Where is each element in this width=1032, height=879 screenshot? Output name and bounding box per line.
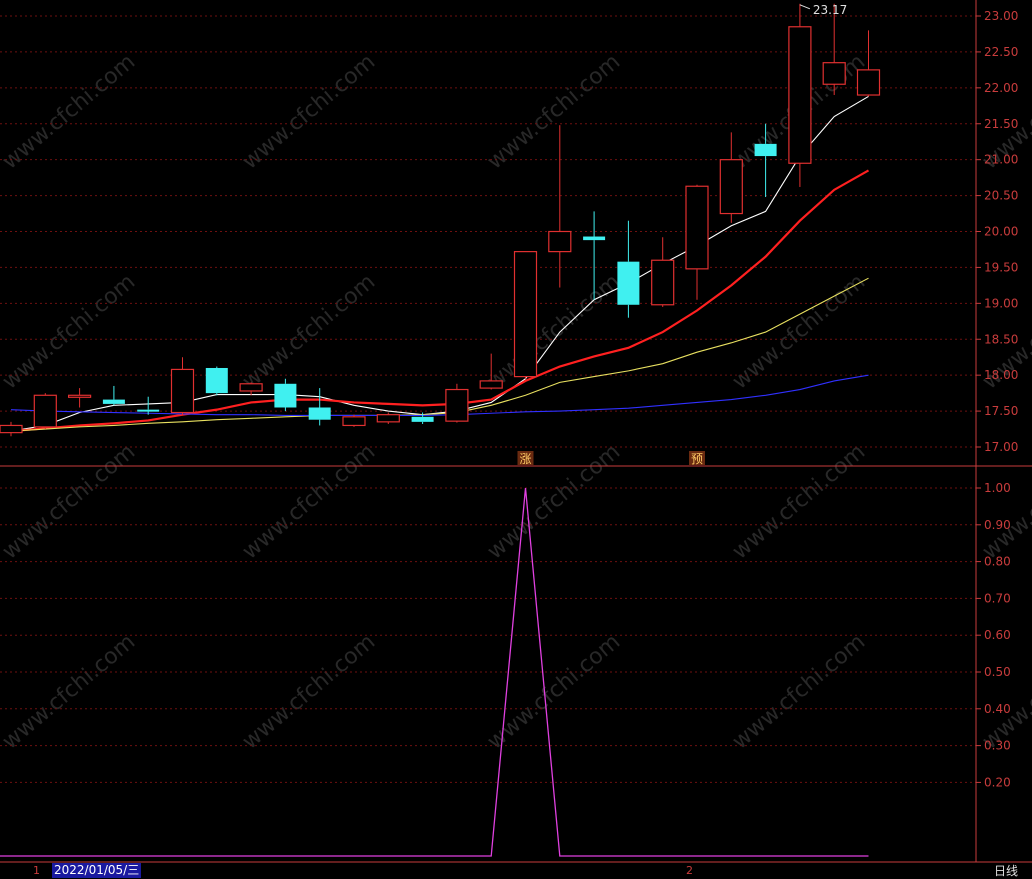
price-tick-label: 19.00 — [984, 296, 1018, 310]
indicator-axis: 1.00 0.90 0.80 0.70 0.60 0.50 0.40 0.30 0.20 — [976, 481, 1011, 789]
high-pointer — [799, 4, 811, 10]
candle-body-up — [342, 416, 366, 427]
candle-body-down — [102, 399, 125, 404]
watermark-text: www.cfchi.com — [0, 269, 140, 394]
candle-body-down — [754, 143, 777, 157]
candle-body-up — [822, 62, 846, 85]
watermark-text: www.cfchi.com — [978, 439, 1032, 564]
watermark-layer: www.cfchi.com www.cfchi.com www.cfchi.com w… — [0, 49, 1032, 754]
candle-body-up — [239, 383, 263, 392]
price-tick-label: 23.00 — [984, 9, 1018, 23]
period-label[interactable]: 日线 — [994, 862, 1018, 879]
watermark-text: www.cfchi.com — [238, 269, 380, 394]
watermark-text: www.cfchi.com — [483, 629, 625, 754]
price-tick-label: 17.50 — [984, 404, 1018, 418]
watermark-text: www.cfchi.com — [483, 439, 625, 564]
candle-body-up — [479, 380, 503, 389]
price-tick-label: 20.50 — [984, 189, 1018, 203]
price-tick-label: 22.50 — [984, 45, 1018, 59]
high-label: 23.17 — [813, 3, 847, 17]
indicator-tick-label: 0.60 — [984, 628, 1011, 642]
axis-mark-1: 1 — [33, 864, 40, 877]
candle-body-up — [651, 259, 675, 306]
watermark-text: www.cfchi.com — [0, 439, 140, 564]
candle-body-up — [548, 230, 572, 253]
indicator-tick-label: 0.30 — [984, 739, 1011, 753]
indicator-tick-label: 0.20 — [984, 775, 1011, 789]
indicator-tick-label: 0.90 — [984, 518, 1011, 532]
price-tick-label: 20.00 — [984, 225, 1018, 239]
cursor-date-label: 2022/01/05/三 — [52, 863, 142, 878]
price-tick-label: 19.50 — [984, 260, 1018, 274]
price-tick-label: 18.50 — [984, 332, 1018, 346]
kline-chart[interactable]: www.cfchi.com www.cfchi.com www.cfchi.com w… — [0, 0, 1032, 878]
candle-body-up — [33, 394, 57, 428]
signal-mark-text: 预 — [691, 452, 703, 466]
candle-body-down — [411, 416, 434, 422]
ma-line — [10, 277, 869, 432]
candle-body-up — [170, 368, 195, 414]
candle-body-down — [205, 367, 228, 394]
watermark-text: www.cfchi.com — [483, 269, 625, 394]
candle-body-down — [308, 407, 331, 420]
watermark-text: www.cfchi.com — [238, 49, 380, 174]
indicator-tick-label: 0.80 — [984, 555, 1011, 569]
candle-body-up — [685, 185, 709, 270]
signal-mark-text: 涨 — [519, 451, 531, 466]
candle-body-down — [274, 383, 297, 408]
candle-body-up — [0, 424, 23, 434]
watermark-text: www.cfchi.com — [238, 629, 380, 754]
watermark-text: www.cfchi.com — [0, 629, 140, 754]
watermark-text: www.cfchi.com — [728, 629, 870, 754]
price-tick-label: 21.00 — [984, 153, 1018, 167]
price-tick-label: 17.00 — [984, 440, 1018, 454]
candle-body-down — [137, 409, 160, 412]
candle-body-up — [67, 394, 92, 398]
price-tick-label: 18.00 — [984, 368, 1018, 382]
candle-body-down — [583, 236, 606, 241]
candle-body-up — [719, 159, 743, 215]
watermark-text: www.cfchi.com — [483, 49, 625, 174]
watermark-text: www.cfchi.com — [0, 49, 140, 174]
candle-body-up — [856, 69, 881, 96]
candle-body-up — [788, 26, 812, 164]
indicator-tick-label: 1.00 — [984, 481, 1011, 495]
candle-body-up — [513, 251, 538, 378]
watermark-text: www.cfchi.com — [728, 439, 870, 564]
indicator-tick-label: 0.40 — [984, 702, 1011, 716]
axis-mark-2: 2 — [686, 864, 693, 877]
indicator-tick-label: 0.50 — [984, 665, 1011, 679]
high-annotation: 23.17 — [799, 3, 847, 17]
watermark-text: www.cfchi.com — [978, 629, 1032, 754]
candle-body-up — [376, 414, 400, 423]
candle-body-down — [617, 261, 640, 305]
price-tick-label: 21.50 — [984, 117, 1018, 131]
indicator-tick-label: 0.70 — [984, 591, 1011, 605]
price-tick-label: 22.00 — [984, 81, 1018, 95]
candle-body-up — [445, 388, 469, 422]
watermark-text: www.cfchi.com — [238, 439, 380, 564]
